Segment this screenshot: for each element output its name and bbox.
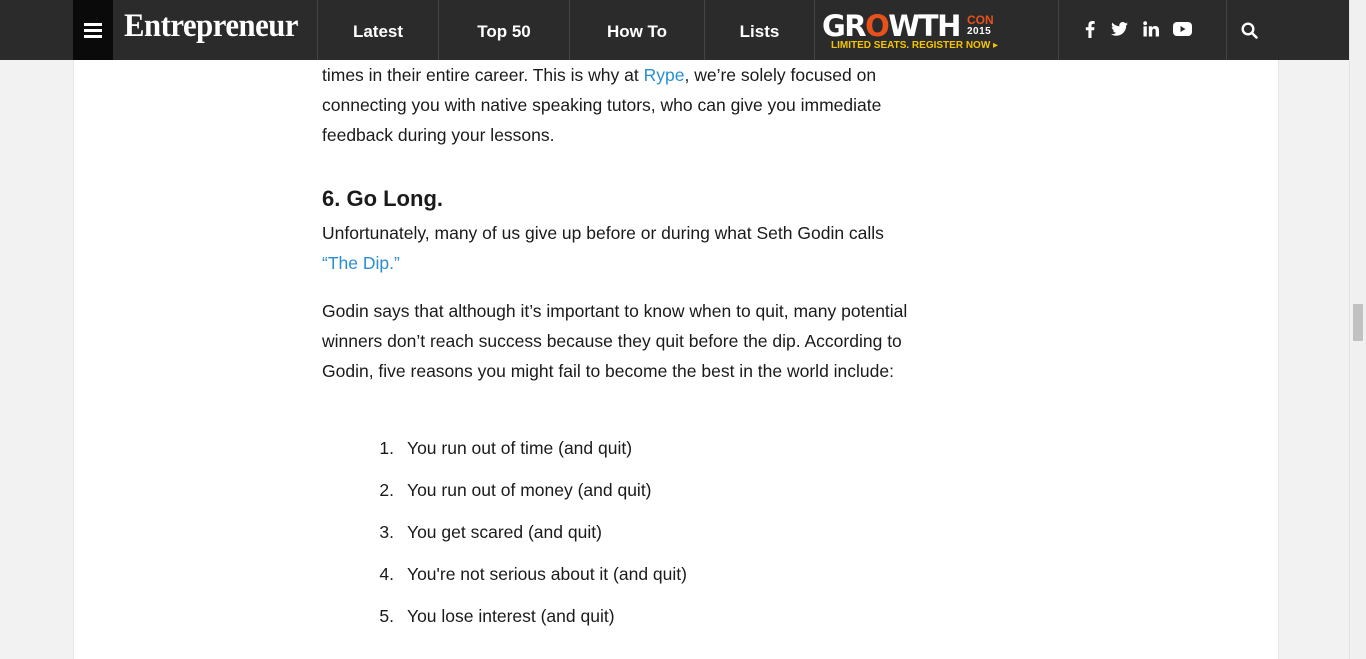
article-paragraph: times in their entire career. This is wh… [322,65,882,145]
hamburger-icon [84,20,102,41]
list-item: 4. You're not serious about it (and quit) [379,564,687,584]
the-dip-link[interactable]: “The Dip.” [322,253,400,273]
promo-register-cta: LIMITED SEATS. REGISTER NOW ▸ [831,40,999,51]
page-scrollbar[interactable] [1349,0,1366,659]
site-logo[interactable]: Entrepreneur [124,8,298,45]
scrollbar-thumb[interactable] [1353,304,1363,341]
nav-item-latest[interactable]: Latest [318,0,438,60]
promo-year: 2015 [967,26,992,37]
list-item: 5. You lose interest (and quit) [379,606,615,626]
search-icon [1240,21,1258,39]
rype-link[interactable]: Rype [644,65,685,85]
growthcon-promo-banner[interactable]: GROWTH CON 2015 LIMITED SEATS. REGISTER … [822,11,1002,53]
reasons-list: 1. You run out of time (and quit) 2. You r… [322,433,687,643]
nav-item-how-to[interactable]: How To [570,0,704,60]
linkedin-icon[interactable] [1140,18,1162,40]
top-navigation-bar: Entrepreneur Latest Top 50 How To Lists … [0,0,1349,60]
list-item: 1. You run out of time (and quit) [379,438,633,458]
nav-divider [814,0,815,60]
youtube-icon[interactable] [1171,18,1193,40]
search-button[interactable] [1227,0,1271,60]
nav-item-top-50[interactable]: Top 50 [439,0,569,60]
article-paragraph: Godin says that although it’s important … [322,301,908,381]
list-item: 2. You run out of money (and quit) [379,480,652,500]
nav-item-lists[interactable]: Lists [705,0,814,60]
list-item: 3. You get scared (and quit) [379,522,602,542]
facebook-icon[interactable] [1079,18,1101,40]
twitter-icon[interactable] [1108,18,1130,40]
section-heading: 6. Go Long. [322,186,443,211]
article-paragraph: Unfortunately, many of us give up before… [322,223,884,273]
promo-wordmark: GROWTH [822,9,961,43]
promo-con-label: CON [967,13,994,27]
hamburger-menu-button[interactable] [73,0,113,60]
nav-divider [1058,0,1059,60]
